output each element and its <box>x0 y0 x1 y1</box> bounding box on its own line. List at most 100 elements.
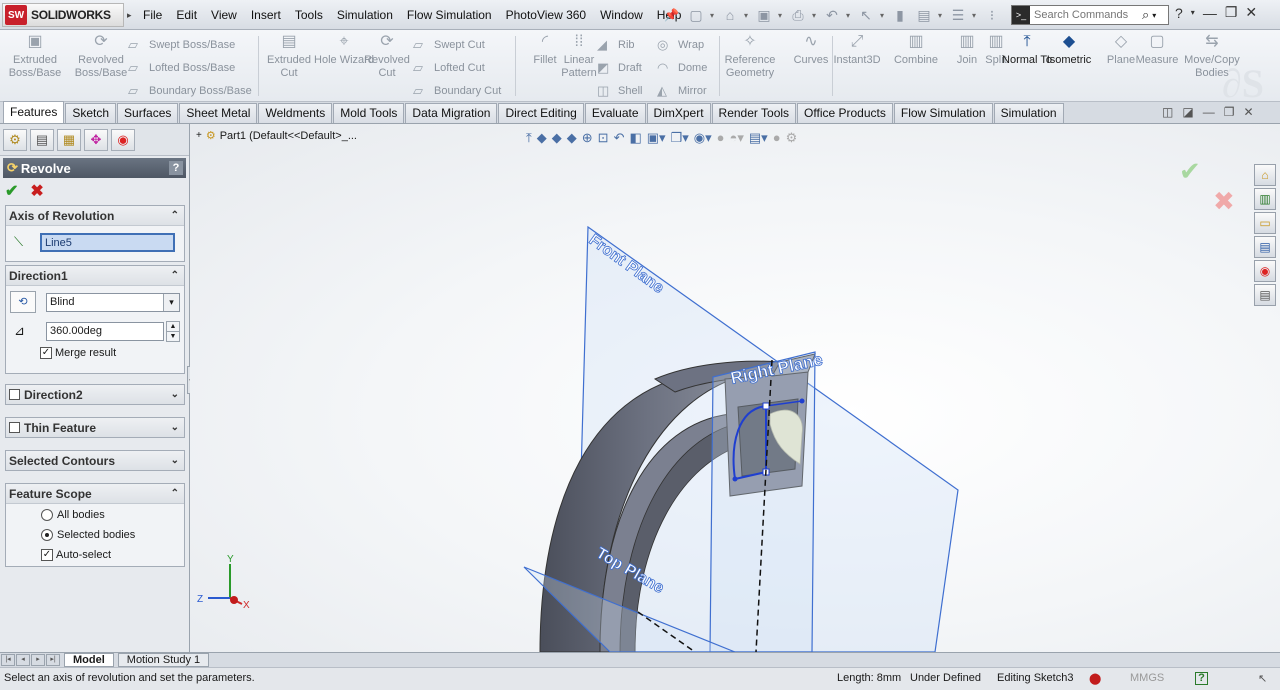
end-condition-select[interactable]: Blind ▾ <box>46 292 180 312</box>
doc-restore-icon[interactable]: ❐ <box>1224 105 1235 119</box>
radio-on-icon[interactable] <box>41 529 53 541</box>
property-manager-tab-icon[interactable]: ▤ <box>30 128 54 151</box>
help-dropdown-icon[interactable]: ▾ <box>1191 8 1195 17</box>
restore-icon[interactable]: ❐ <box>1225 4 1238 21</box>
angle-spinner[interactable]: ▲ ▼ <box>166 320 180 342</box>
print-dropdown-icon[interactable]: ▾ <box>812 11 818 20</box>
display-manager-tab-icon[interactable]: ◉ <box>111 128 135 151</box>
tab-mold-tools[interactable]: Mold Tools <box>333 103 405 123</box>
ribbon-swept-boss-button[interactable]: ▱ Swept Boss/Base <box>128 34 235 56</box>
status-help-icon[interactable]: ? <box>1195 672 1208 685</box>
logo-flyout-arrow-icon[interactable]: ▸ <box>127 10 132 21</box>
angle-input[interactable]: 360.00deg <box>46 321 164 341</box>
ribbon-boundary-cut-button[interactable]: ▱ Boundary Cut <box>413 80 501 102</box>
last-tab-icon[interactable]: ▸| <box>46 654 60 666</box>
menu-item-window[interactable]: Window <box>593 8 650 22</box>
chevron-down-icon[interactable]: ▾ <box>163 293 179 311</box>
ribbon-mirror-button[interactable]: ◭ Mirror <box>657 80 707 102</box>
open-dropdown-icon[interactable]: ▾ <box>744 11 750 20</box>
direction2-header[interactable]: Direction2 ⌄ <box>6 385 184 404</box>
ribbon-lofted-cut-button[interactable]: ▱ Lofted Cut <box>413 57 485 79</box>
tab-data-migration[interactable]: Data Migration <box>405 103 498 123</box>
tab-dimxpert[interactable]: DimXpert <box>646 103 711 123</box>
doc-minimize-icon[interactable]: — <box>1203 105 1215 119</box>
sketch-endpoint[interactable] <box>732 476 738 482</box>
checkbox-checked-icon[interactable]: ✓ <box>40 347 52 359</box>
expand-down-icon[interactable]: ⌄ <box>171 389 179 400</box>
tab-office-products[interactable]: Office Products <box>797 103 893 123</box>
help-icon[interactable]: ? <box>1175 5 1183 21</box>
options-dropdown-icon[interactable]: ▾ <box>972 11 978 20</box>
solidworks-logo[interactable]: SW SOLIDWORKS <box>2 3 124 27</box>
ribbon-extruded-boss-button[interactable]: ▣ Extruded Boss/Base <box>4 32 66 80</box>
collapse-up-icon[interactable]: ⌃ <box>171 210 179 221</box>
tab-render-tools[interactable]: Render Tools <box>711 103 797 123</box>
menu-item-photoview-360[interactable]: PhotoView 360 <box>499 8 594 22</box>
axis-of-revolution-header[interactable]: Axis of Revolution ⌃ <box>6 206 184 225</box>
ribbon-shell-button[interactable]: ◫ Shell <box>597 80 642 102</box>
model-scene[interactable]: Front Plane Right Plane Top Plane Y Z X <box>190 124 1280 652</box>
reverse-direction-icon[interactable]: ⟲ <box>10 291 36 313</box>
doc-close-icon[interactable]: ✕ <box>1243 105 1253 119</box>
file-properties-icon[interactable]: ▤ <box>914 6 934 24</box>
tab-model[interactable]: Model <box>64 653 114 667</box>
menu-item-flow-simulation[interactable]: Flow Simulation <box>400 8 499 22</box>
undo-dropdown-icon[interactable]: ▾ <box>846 11 852 20</box>
options-icon[interactable]: ☰ <box>948 6 968 24</box>
selected-bodies-radio[interactable]: Selected bodies <box>6 525 184 545</box>
select-icon[interactable]: ↖ <box>856 6 876 24</box>
ribbon-reference-geometry-button[interactable]: ✧ Reference Geometry <box>720 32 780 80</box>
ok-button[interactable]: ✔ <box>5 181 18 201</box>
menu-item-file[interactable]: File <box>136 8 169 22</box>
menu-item-tools[interactable]: Tools <box>288 8 330 22</box>
command-prompt-icon[interactable]: >_ <box>1012 6 1030 24</box>
print-icon[interactable]: ⎙ <box>788 6 808 24</box>
save-icon[interactable]: ▣ <box>754 6 774 24</box>
spin-down-icon[interactable]: ▼ <box>166 331 180 342</box>
auto-select-checkbox[interactable]: ✓ Auto-select <box>6 545 184 565</box>
tab-sketch[interactable]: Sketch <box>65 103 117 123</box>
collapse-up-icon[interactable]: ⌃ <box>171 270 179 281</box>
collapse-up-icon[interactable]: ⌃ <box>171 488 179 499</box>
close-icon[interactable]: ✕ <box>1245 4 1257 21</box>
configuration-manager-tab-icon[interactable]: ▦ <box>57 128 81 151</box>
select-dropdown-icon[interactable]: ▾ <box>880 11 886 20</box>
ribbon-instant3d-button[interactable]: ⤢ Instant3D <box>826 32 888 67</box>
cancel-button[interactable]: ✖ <box>30 181 43 201</box>
rebuild-status-icon[interactable]: ⬤ <box>1089 672 1101 685</box>
open-icon[interactable]: ⌂ <box>720 6 740 24</box>
search-icon[interactable]: ⌕ <box>1142 7 1149 23</box>
direction2-checkbox[interactable] <box>9 389 20 400</box>
ribbon-boundary-boss-button[interactable]: ▱ Boundary Boss/Base <box>128 80 252 102</box>
tab-simulation[interactable]: Simulation <box>993 103 1064 123</box>
tab-flow-simulation[interactable]: Flow Simulation <box>893 103 993 123</box>
tab-weldments[interactable]: Weldments <box>258 103 333 123</box>
ribbon-draft-button[interactable]: ◩ Draft <box>597 57 642 79</box>
next-tab-icon[interactable]: ▸ <box>31 654 45 666</box>
prev-tab-icon[interactable]: ◂ <box>16 654 30 666</box>
tab-sheet-metal[interactable]: Sheet Metal <box>179 103 258 123</box>
save-dropdown-icon[interactable]: ▾ <box>778 11 784 20</box>
all-bodies-radio[interactable]: All bodies <box>6 505 184 525</box>
ribbon-lofted-boss-button[interactable]: ▱ Lofted Boss/Base <box>128 57 235 79</box>
feature-manager-tab-icon[interactable]: ⚙ <box>3 128 27 151</box>
merge-result-checkbox[interactable]: ✓ Merge result <box>10 343 180 363</box>
selected-contours-header[interactable]: Selected Contours ⌄ <box>6 451 184 470</box>
menu-item-insert[interactable]: Insert <box>244 8 288 22</box>
ribbon-wrap-button[interactable]: ◎ Wrap <box>657 34 704 56</box>
file-properties-dropdown-icon[interactable]: ▾ <box>938 11 944 20</box>
menu-item-view[interactable]: View <box>204 8 244 22</box>
graphics-area[interactable]: + ⚙ Part1 (Default<<Default>_... ⤒ ◆ ◆ ◆… <box>190 124 1280 652</box>
dimxpert-manager-tab-icon[interactable]: ✥ <box>84 128 108 151</box>
tab-surfaces[interactable]: Surfaces <box>117 103 179 123</box>
cascade-icon[interactable]: ◪ <box>1182 105 1193 119</box>
tile-icon[interactable]: ◫ <box>1162 105 1173 119</box>
new-document-icon[interactable]: ▢ <box>686 6 706 24</box>
ribbon-swept-cut-button[interactable]: ▱ Swept Cut <box>413 34 485 56</box>
pin-icon[interactable]: 📌 <box>664 8 679 22</box>
thin-feature-checkbox[interactable] <box>9 422 20 433</box>
feature-scope-header[interactable]: Feature Scope ⌃ <box>6 484 184 503</box>
more-icon[interactable]: ⁝ <box>982 6 1002 24</box>
help-button[interactable]: ? <box>169 161 183 175</box>
sketch-point[interactable] <box>762 402 770 410</box>
